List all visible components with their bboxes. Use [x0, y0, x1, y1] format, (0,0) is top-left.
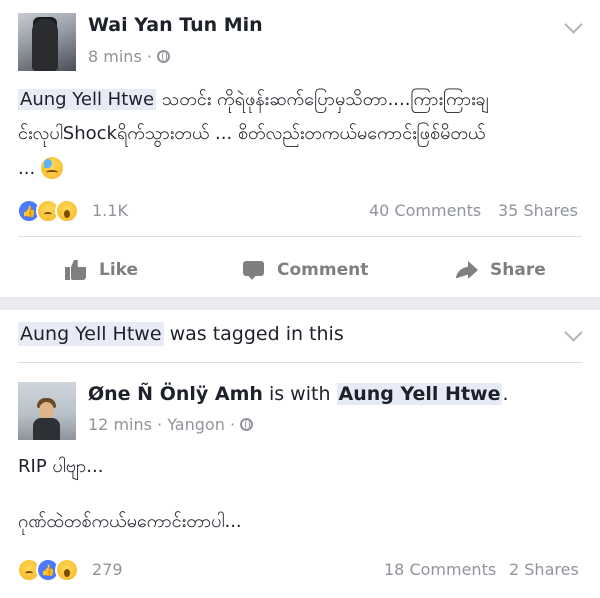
chevron-down-icon[interactable] [564, 323, 583, 342]
avatar-head [39, 402, 54, 419]
post-text-line: င်းလုပါShockရိက်သွားတယ် ... စိတ်လည်းတကယ်… [18, 123, 486, 144]
post-text-segment: သတင်း ကိုရဲဖုန်းဆက်ပြောမှသိတာ....ကြားကြာ… [156, 89, 489, 110]
avatar[interactable] [18, 13, 76, 71]
tagged-header: Aung Yell Htwe was tagged in this [18, 322, 344, 346]
author-line: Øne Ñ Önlÿ Amh is with Aung Yell Htwe. [88, 383, 509, 405]
post-1: Wai Yan Tun Min 8 mins · Aung Yell Htwe … [0, 0, 600, 297]
divider [18, 236, 582, 237]
chevron-down-icon[interactable] [564, 15, 583, 34]
like-label: Like [99, 260, 139, 280]
meta-separator: · [157, 415, 163, 434]
globe-icon [157, 50, 171, 63]
comments-count[interactable]: 40 Comments [369, 201, 481, 220]
like-button[interactable]: Like [65, 255, 138, 285]
share-label: Share [490, 260, 546, 280]
sad-sweat-emoji-icon [40, 157, 63, 179]
with-user-link[interactable]: Aung Yell Htwe [336, 383, 503, 405]
author-name[interactable]: Øne Ñ Önlÿ Amh [88, 383, 263, 405]
reaction-count[interactable]: 1.1K [92, 201, 128, 220]
globe-icon [240, 418, 254, 431]
reaction-icons[interactable] [17, 199, 89, 223]
post-2: Aung Yell Htwe was tagged in this Øne Ñ … [0, 310, 600, 598]
post-text-line: ဂုဏ်ထဲတစ်ကယ်မကောင်းတာပါ... [18, 511, 242, 532]
share-button[interactable]: Share [456, 255, 546, 285]
avatar[interactable] [18, 382, 76, 440]
avatar-figure [32, 19, 58, 71]
shares-count[interactable]: 35 Shares [498, 201, 578, 220]
meta-separator: · [229, 415, 236, 434]
tagged-suffix: was tagged in this [163, 323, 344, 345]
post-text-line: Aung Yell Htwe သတင်း ကိုရဲဖုန်းဆက်ပြောမှ… [18, 84, 489, 116]
with-text: is with [262, 383, 337, 405]
post-time[interactable]: 12 mins [88, 415, 152, 434]
divider [18, 362, 582, 363]
post-text-line: ... [18, 153, 63, 185]
post-text-ellipsis: ... [18, 158, 36, 179]
shares-count[interactable]: 2 Shares [509, 560, 579, 579]
post-location[interactable]: Yangon [167, 415, 225, 434]
post-text-line: RIP ပါဗျာ... [18, 456, 104, 477]
post-time[interactable]: 8 mins [88, 47, 142, 66]
comment-icon [243, 260, 265, 280]
comment-button[interactable]: Comment [243, 255, 368, 285]
reaction-icons[interactable] [17, 558, 89, 582]
tagged-user-link[interactable]: Aung Yell Htwe [18, 322, 164, 346]
avatar-body [33, 418, 60, 440]
comments-count[interactable]: 18 Comments [384, 560, 496, 579]
period: . [502, 383, 509, 405]
meta-separator: · [146, 47, 152, 66]
post-meta: 12 mins · Yangon · [88, 415, 254, 434]
tagged-user-link[interactable]: Aung Yell Htwe [18, 89, 157, 110]
author-name[interactable]: Wai Yan Tun Min [88, 14, 263, 36]
wow-reaction-icon [55, 558, 79, 582]
comment-label: Comment [277, 260, 369, 280]
post-meta: 8 mins · [88, 47, 171, 66]
share-icon [456, 260, 478, 280]
reaction-count[interactable]: 279 [92, 560, 123, 579]
wow-reaction-icon [55, 199, 79, 223]
thumbs-up-icon [65, 260, 87, 280]
feed-separator [0, 297, 600, 310]
